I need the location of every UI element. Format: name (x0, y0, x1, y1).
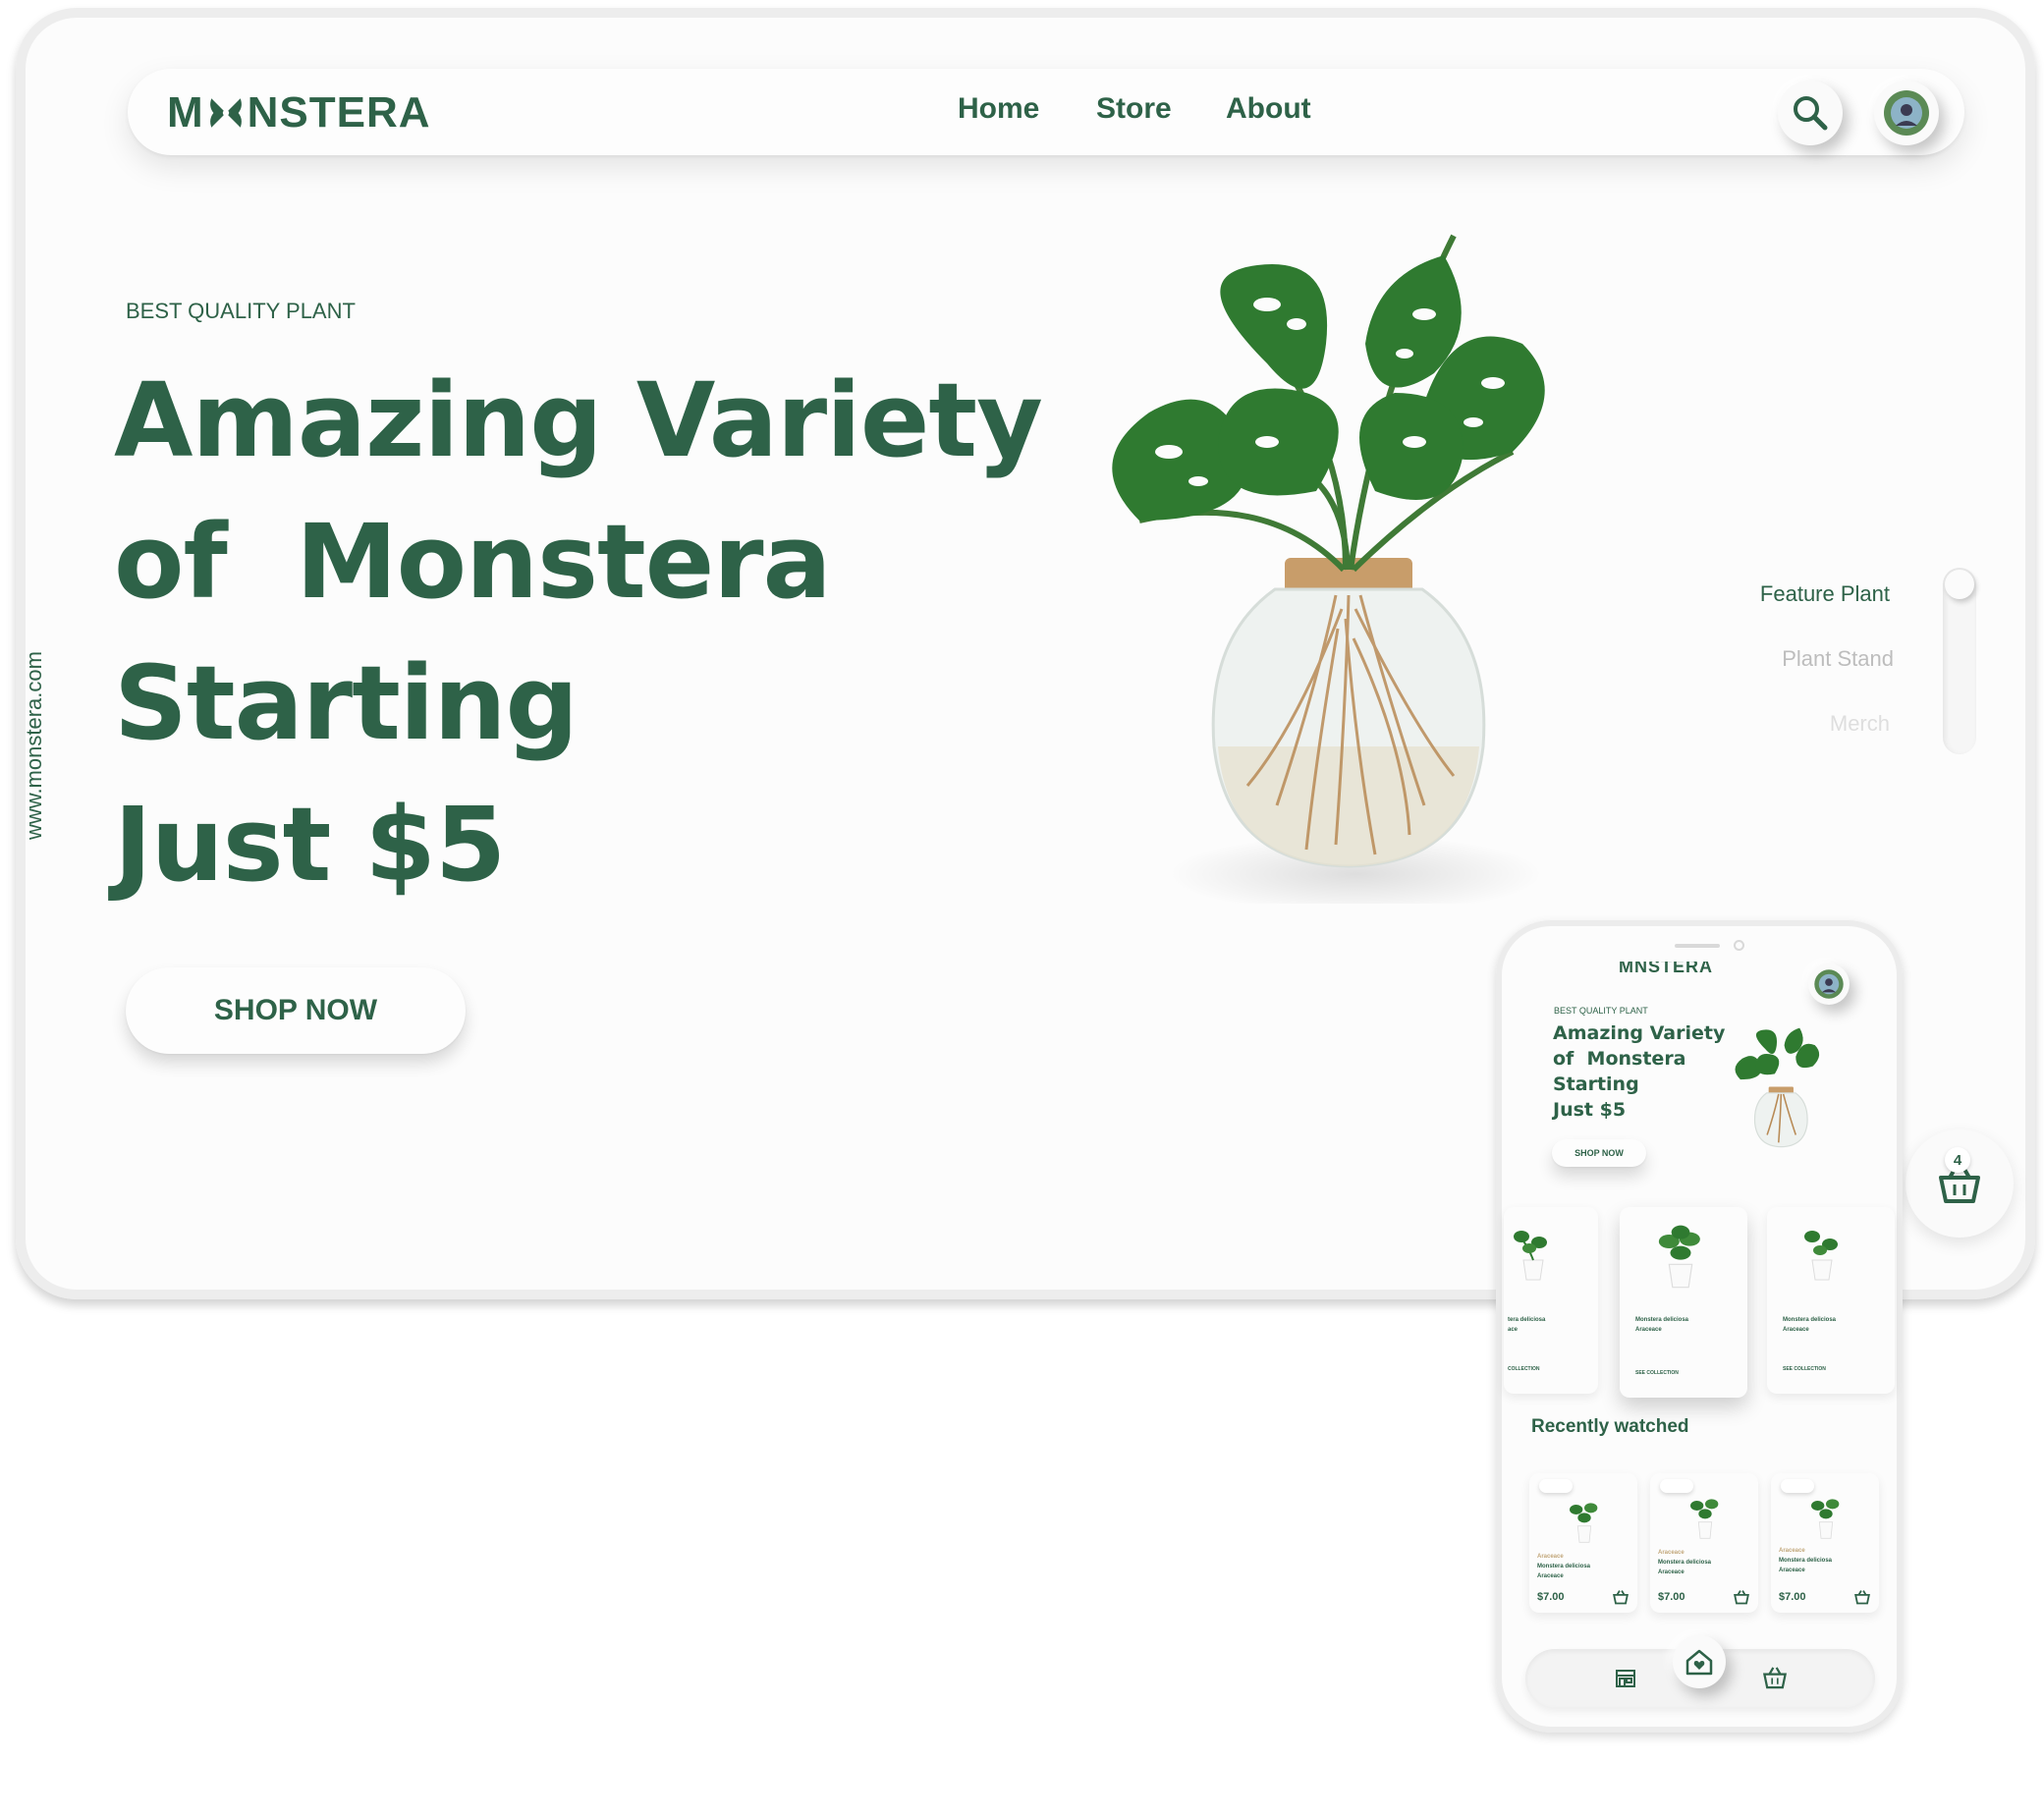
side-menu-scroll-thumb[interactable] (1945, 570, 1974, 599)
carousel-card-3-title: Monstera deliciosa (1783, 1317, 1837, 1323)
avatar-button[interactable] (1874, 81, 1939, 145)
carousel-card-1-title: tera deliciosa (1508, 1317, 1546, 1323)
carousel-card-2-title: Monstera deliciosa (1635, 1317, 1689, 1323)
logo-letter-m: M (167, 88, 204, 137)
recent-card-2-sub: Araceace (1658, 1569, 1685, 1575)
hero-headline: Amazing Variety of Monstera Starting Jus… (114, 350, 1043, 915)
potted-plant-icon (1570, 1503, 1598, 1543)
search-icon (1794, 96, 1828, 131)
mobile-logo[interactable]: MNSTERA (1619, 962, 1713, 975)
top-navbar: M NSTERA Home Store About (128, 69, 1964, 155)
potted-plant-icon (1804, 1231, 1838, 1281)
recent-card-3-category: Araceace (1779, 1548, 1805, 1554)
store-icon[interactable] (1614, 1667, 1637, 1690)
recent-card-3[interactable]: Araceace Monstera deliciosa Araceace $7.… (1771, 1473, 1879, 1613)
recent-card-1-sub: Araceace (1537, 1573, 1564, 1579)
mobile-hero-line-1: Amazing Variety (1553, 1022, 1726, 1044)
mobile-hero-line-3: Starting (1553, 1074, 1639, 1095)
mobile-headline: Amazing Variety of Monstera Starting Jus… (1553, 1020, 1725, 1123)
recently-watched-title: Recently watched (1531, 1416, 1689, 1437)
side-menu-merch[interactable]: Merch (1654, 711, 1890, 737)
recent-card-2-name: Monstera deliciosa (1658, 1560, 1712, 1566)
shop-now-button[interactable]: SHOP NOW (126, 967, 466, 1054)
mobile-hero-line-4: Just $5 (1553, 1099, 1627, 1121)
phone-speaker (1675, 944, 1720, 948)
hero-line-1: Amazing Variety (114, 360, 1043, 480)
potted-plant-icon (1811, 1499, 1840, 1539)
logo-text: NSTERA (247, 88, 431, 137)
phone-camera (1734, 940, 1744, 951)
mobile-shop-now-button[interactable]: SHOP NOW (1552, 1139, 1646, 1167)
website-vertical-wrap: www.monstera.com (22, 651, 46, 863)
carousel-card-2[interactable]: Monstera deliciosa Araceace SEE COLLECTI… (1620, 1207, 1747, 1398)
side-menu-scroll-track[interactable] (1943, 568, 1976, 754)
search-button[interactable] (1778, 81, 1843, 145)
recent-card-1-category: Araceace (1537, 1554, 1564, 1560)
recent-card-2-price: $7.00 (1658, 1591, 1685, 1603)
recent-card-1-name: Monstera deliciosa (1537, 1564, 1591, 1569)
recent-card-3-price: $7.00 (1779, 1591, 1806, 1603)
nav-about[interactable]: About (1226, 92, 1311, 126)
recent-card-2[interactable]: Araceace Monstera deliciosa Araceace $7.… (1650, 1473, 1758, 1613)
brand-logo[interactable]: M NSTERA (167, 88, 431, 138)
carousel-card-1-link[interactable]: COLLECTION (1508, 1366, 1540, 1372)
recent-card-3-thumbs (1781, 1479, 1814, 1493)
hero-line-3: Starting (114, 643, 579, 763)
basket-icon[interactable] (1612, 1589, 1630, 1605)
recent-card-3-name: Monstera deliciosa (1779, 1558, 1833, 1564)
mobile-plant-image (1735, 1027, 1820, 1148)
carousel-card-2-subtitle: Araceace (1635, 1327, 1662, 1333)
potted-plant-icon (1514, 1231, 1547, 1281)
cart-count-badge: 4 (1945, 1147, 1970, 1173)
website-url: www.monstera.com (22, 651, 46, 840)
mobile-avatar-button[interactable] (1808, 964, 1850, 1005)
mobile-mockup: MNSTERA BEST QUALITY PLANT Amazing Varie… (1496, 920, 1903, 1733)
nav-store[interactable]: Store (1096, 92, 1172, 126)
mobile-hero-line-2: of Monstera (1553, 1048, 1686, 1070)
recent-card-3-sub: Araceace (1779, 1568, 1805, 1573)
hero-eyebrow: BEST QUALITY PLANT (126, 299, 356, 323)
recent-card-2-thumbs (1660, 1479, 1693, 1493)
bottom-nav-bar (1525, 1635, 1875, 1708)
carousel-card-1[interactable]: tera deliciosa ace COLLECTION (1504, 1207, 1598, 1394)
side-menu-plant-stand[interactable]: Plant Stand (1658, 646, 1894, 672)
cart-button[interactable] (1906, 1129, 2014, 1238)
mobile-eyebrow: BEST QUALITY PLANT (1554, 1006, 1648, 1016)
carousel-card-2-link[interactable]: SEE COLLECTION (1635, 1370, 1679, 1376)
carousel-card-3-link[interactable]: SEE COLLECTION (1783, 1366, 1826, 1372)
avatar (1884, 90, 1929, 136)
recent-card-2-category: Araceace (1658, 1550, 1685, 1556)
hero-line-2: of Monstera (114, 502, 832, 622)
carousel-card-1-subtitle: ace (1508, 1327, 1519, 1333)
recent-card-1[interactable]: Araceace Monstera deliciosa Araceace $7.… (1529, 1473, 1637, 1613)
hero-line-4: Just $5 (114, 785, 506, 905)
recent-card-1-price: $7.00 (1537, 1591, 1565, 1603)
carousel-card-3[interactable]: Monstera deliciosa Araceace SEE COLLECTI… (1767, 1207, 1895, 1394)
basket-icon[interactable] (1761, 1665, 1789, 1690)
basket-icon[interactable] (1733, 1589, 1750, 1605)
basket-icon[interactable] (1853, 1589, 1871, 1605)
potted-plant-icon (1690, 1499, 1719, 1539)
plant-jar-image (1112, 234, 1545, 904)
side-menu-feature-plant[interactable]: Feature Plant (1654, 581, 1890, 607)
home-heart-icon (1685, 1649, 1713, 1676)
recent-card-1-thumbs (1539, 1479, 1573, 1493)
potted-plant-icon (1658, 1225, 1700, 1289)
avatar (1814, 969, 1844, 999)
carousel-card-3-subtitle: Araceace (1783, 1327, 1809, 1333)
leaf-logo-icon (209, 98, 242, 128)
home-nav-button[interactable] (1673, 1635, 1726, 1688)
nav-home[interactable]: Home (958, 92, 1039, 126)
